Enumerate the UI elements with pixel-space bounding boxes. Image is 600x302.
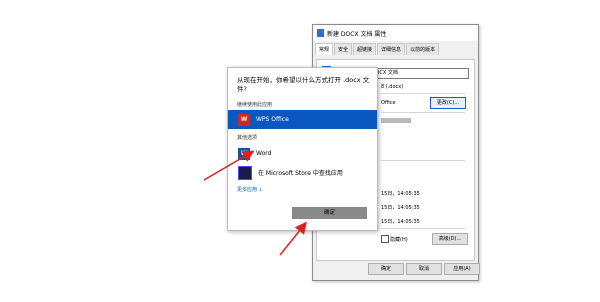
arrow-to-ok	[279, 221, 307, 256]
annotation-arrows	[203, 150, 307, 256]
arrow-to-word	[203, 150, 255, 181]
